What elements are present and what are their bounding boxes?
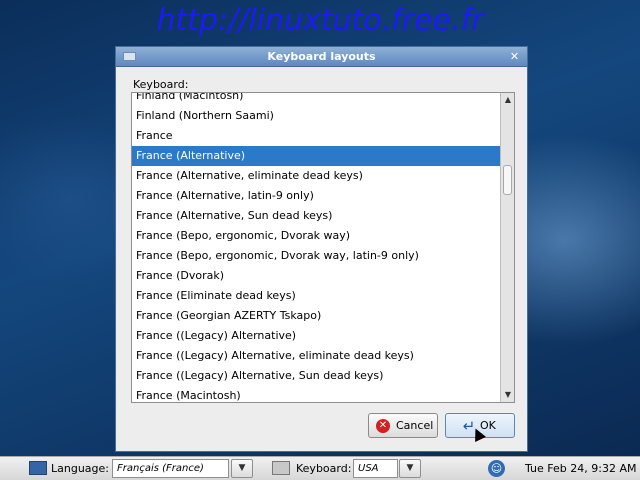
keyboard-layouts-dialog: Keyboard layouts ✕ Keyboard: Finland (Ma… (115, 46, 528, 452)
flag-icon (29, 461, 47, 475)
language-select[interactable]: Français (France) (112, 459, 229, 478)
list-item[interactable]: France (Alternative) (132, 146, 501, 166)
list-item[interactable]: France ((Legacy) Alternative) (132, 326, 501, 346)
dialog-titlebar[interactable]: Keyboard layouts ✕ (116, 47, 527, 67)
cancel-icon: ✕ (376, 419, 390, 433)
list-item[interactable]: France (Bepo, ergonomic, Dvorak way, lat… (132, 246, 501, 266)
keyboard-label: Keyboard: (296, 462, 352, 475)
list-item[interactable]: France (Dvorak) (132, 266, 501, 286)
keyboard-list-label: Keyboard: (133, 78, 189, 91)
close-icon[interactable]: ✕ (508, 50, 521, 63)
list-item[interactable]: France (Alternative, eliminate dead keys… (132, 166, 501, 186)
keyboard-dropdown-icon[interactable]: ▼ (399, 459, 421, 478)
cancel-button[interactable]: ✕ Cancel (368, 413, 438, 438)
list-item[interactable]: France ((Legacy) Alternative, Sun dead k… (132, 366, 501, 386)
bottom-panel: Language: Français (France) ▼ Keyboard: … (0, 456, 640, 480)
scroll-up-icon[interactable]: ▲ (503, 95, 513, 105)
list-item[interactable]: France (Eliminate dead keys) (132, 286, 501, 306)
list-item[interactable]: France ((Legacy) Alternative, eliminate … (132, 346, 501, 366)
scrollbar-thumb[interactable] (503, 165, 512, 195)
list-item[interactable]: France (Alternative, latin-9 only) (132, 186, 501, 206)
list-item[interactable]: France (Bepo, ergonomic, Dvorak way) (132, 226, 501, 246)
list-item[interactable]: France (Georgian AZERTY Tskapo) (132, 306, 501, 326)
list-item[interactable]: Finland (Northern Saami) (132, 106, 501, 126)
language-label: Language: (51, 462, 109, 475)
language-dropdown-icon[interactable]: ▼ (231, 459, 253, 478)
list-item[interactable]: Finland (Macintosh) (132, 93, 501, 106)
list-rows: Finland (Macintosh) Finland (Northern Saa… (132, 93, 501, 402)
keyboard-layout-list[interactable]: Finland (Macintosh) Finland (Northern Saa… (131, 92, 515, 403)
scroll-down-icon[interactable]: ▼ (503, 390, 513, 400)
clock: Tue Feb 24, 9:32 AM (525, 462, 637, 475)
keyboard-select[interactable]: USA (353, 459, 398, 478)
list-item[interactable]: France (132, 126, 501, 146)
cancel-button-label: Cancel (396, 419, 434, 432)
vertical-scrollbar[interactable]: ▲ ▼ (500, 93, 514, 402)
list-item[interactable]: France (Alternative, Sun dead keys) (132, 206, 501, 226)
accessibility-icon[interactable]: ☺ (488, 460, 505, 477)
keyboard-icon (272, 461, 290, 475)
dialog-title: Keyboard layouts (267, 50, 376, 63)
list-item[interactable]: France (Macintosh) (132, 386, 501, 402)
watermark-text: http://linuxtuto.free.fr (156, 3, 484, 38)
